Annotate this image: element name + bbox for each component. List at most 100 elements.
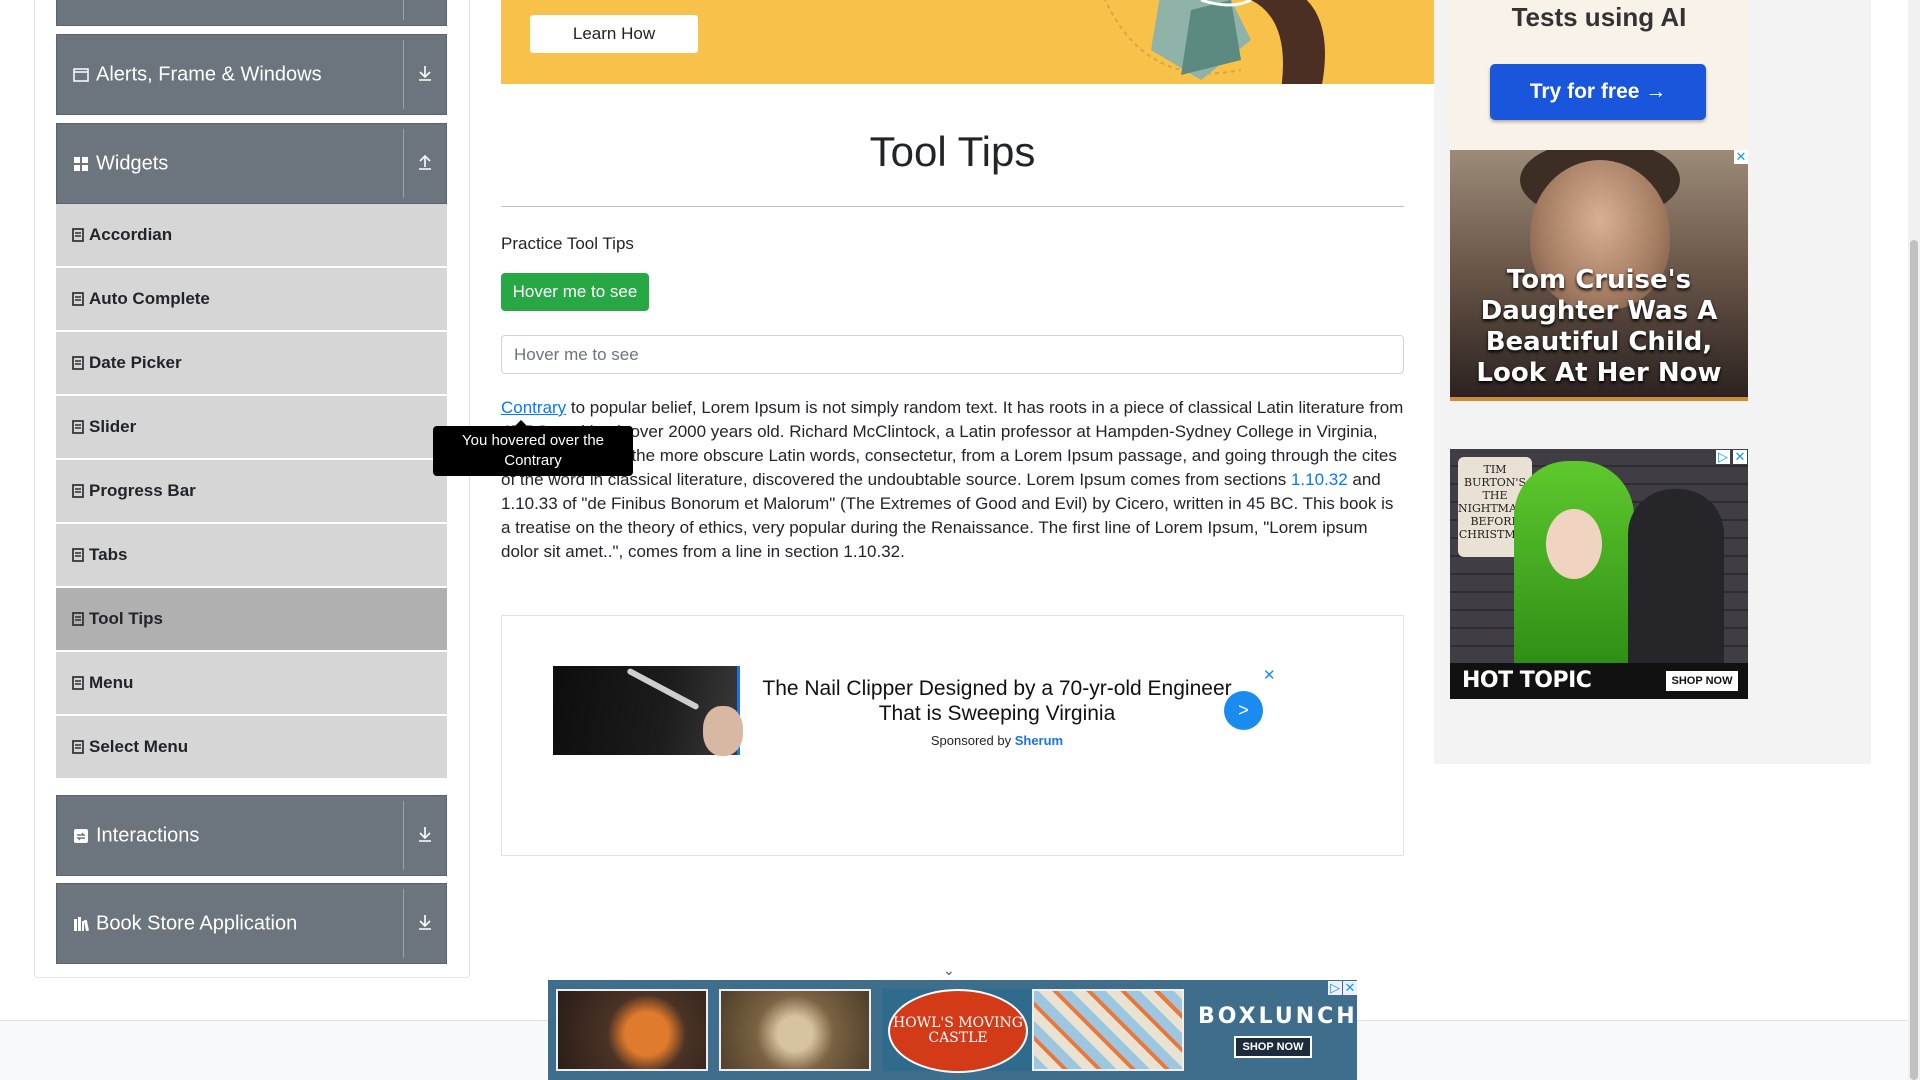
list-icon xyxy=(72,484,84,498)
shop-now-button[interactable]: SHOP NOW xyxy=(1234,1036,1312,1058)
tooltip-text: You hovered over the Contrary xyxy=(461,432,605,469)
ad-caption: Tom Cruise's Daughter Was A Beautiful Ch… xyxy=(1476,265,1722,388)
close-icon[interactable]: ✕ xyxy=(1343,981,1357,995)
sidebar-item-label: Date Picker xyxy=(89,353,182,372)
list-icon xyxy=(72,548,84,562)
divider xyxy=(501,206,1404,207)
ad-product-image xyxy=(556,989,708,1071)
contrary-link[interactable]: Contrary xyxy=(501,398,566,417)
hover-me-input[interactable]: Hover me to see xyxy=(501,335,1404,374)
ad-product-image: HOWL'S MOVING CASTLE xyxy=(882,989,1034,1073)
sidebar-item-tool-tips[interactable]: Tool Tips xyxy=(56,588,447,651)
sidebar-item-select-menu[interactable]: Select Menu xyxy=(56,716,447,779)
list-icon xyxy=(72,612,84,626)
list-icon xyxy=(72,292,84,306)
sidebar-group-title: Interactions xyxy=(96,824,200,846)
hot-topic-logo: HOT TOPIC xyxy=(1462,668,1592,693)
list-icon xyxy=(72,356,84,370)
sidebar-group-widgets[interactable]: Widgets xyxy=(56,123,447,204)
ad-thumbnail-finger xyxy=(703,706,743,756)
sidebar-item-label: Slider xyxy=(89,417,137,436)
adchoices-icon[interactable]: ▷ xyxy=(1716,450,1730,464)
ad-thumbnail-tool xyxy=(626,667,700,711)
ad-headline[interactable]: The Nail Clipper Designed by a 70-yr-old… xyxy=(747,676,1247,726)
group-separator xyxy=(403,889,404,958)
sidebar-group-interactions[interactable]: Interactions xyxy=(56,795,447,876)
sponsor-name[interactable]: Sherum xyxy=(1015,733,1063,748)
close-icon[interactable]: ✕ xyxy=(1733,450,1747,464)
ad-product-image xyxy=(719,989,871,1071)
top-banner-ad[interactable]: Learn How xyxy=(501,0,1434,84)
sidebar-group-title: Alerts, Frame & Windows xyxy=(96,63,322,85)
arrow-right-icon[interactable]: > xyxy=(1224,691,1263,730)
close-icon[interactable]: ✕ xyxy=(1734,150,1748,164)
ad-model-2 xyxy=(1628,489,1724,679)
sponsored-ad[interactable]: The Nail Clipper Designed by a 70-yr-old… xyxy=(501,615,1404,856)
page-title: Tool Tips xyxy=(869,128,1036,175)
section-label: Practice Tool Tips xyxy=(501,234,634,253)
hot-topic-ad[interactable]: TIM BURTON'S THE NIGHTMARE BEFORE CHRIST… xyxy=(1450,449,1748,699)
group-separator xyxy=(403,40,404,109)
bottom-banner-ad[interactable]: HOWL'S MOVING CASTLE BOXLUNCH SHOP NOW xyxy=(548,980,1357,1080)
list-icon xyxy=(72,740,84,754)
sponsored-by-label: Sponsored by xyxy=(930,733,1012,748)
ai-ad-title: Tests using AI xyxy=(1511,2,1687,32)
sidebar-group-alerts[interactable]: Alerts, Frame & Windows xyxy=(56,34,447,115)
group-separator xyxy=(403,0,404,20)
sidebar-item-label: Auto Complete xyxy=(89,289,210,308)
sidebar-item-label: Menu xyxy=(89,673,134,692)
adchoices-icon[interactable]: ▷ xyxy=(1328,981,1342,995)
download-icon[interactable] xyxy=(413,63,437,87)
sidebar-group-book-store[interactable]: Book Store Application xyxy=(56,883,447,964)
chevron-down-icon[interactable]: ⌄ xyxy=(943,962,955,979)
sidebar-item-slider[interactable]: Slider xyxy=(56,396,447,459)
lorem-paragraph: Contrary to popular belief, Lorem Ipsum … xyxy=(501,396,1406,564)
tooltip-arrow xyxy=(515,420,527,426)
sidebar-item-label: Select Menu xyxy=(89,737,189,756)
list-icon xyxy=(72,676,84,690)
scrollbar-thumb[interactable] xyxy=(1910,240,1918,1080)
sidebar-group-title: Widgets xyxy=(96,152,169,174)
celebrity-ad[interactable]: Tom Cruise's Daughter Was A Beautiful Ch… xyxy=(1450,150,1748,401)
list-icon xyxy=(72,420,84,434)
window-icon xyxy=(73,67,89,83)
ad-thumbnail xyxy=(553,666,743,756)
ad-product-image xyxy=(1032,989,1184,1071)
try-for-free-button[interactable]: Try for free → xyxy=(1490,64,1706,120)
scrollbar[interactable] xyxy=(1908,0,1920,1080)
sidebar-group-partial[interactable] xyxy=(56,0,447,26)
download-icon[interactable] xyxy=(413,824,437,848)
sidebar-group-title: Book Store Application xyxy=(96,912,298,934)
tooltip: You hovered over the Contrary xyxy=(433,420,633,476)
download-icon[interactable] xyxy=(413,912,437,936)
sidebar-item-progress-bar[interactable]: Progress Bar xyxy=(56,460,447,523)
sidebar-item-label: Tabs xyxy=(89,545,128,564)
group-separator xyxy=(403,129,404,198)
sidebar-item-accordian[interactable]: Accordian xyxy=(56,204,447,267)
close-icon[interactable]: ✕ xyxy=(1263,666,1276,684)
howls-logo: HOWL'S MOVING CASTLE xyxy=(888,989,1028,1073)
sidebar-item-date-picker[interactable]: Date Picker xyxy=(56,332,447,395)
paragraph-text: to popular belief, Lorem Ipsum is not si… xyxy=(501,398,1404,489)
sidebar-item-label: Accordian xyxy=(89,225,173,244)
list-icon xyxy=(72,228,84,242)
ai-ad[interactable]: Tests using AI Try for free → xyxy=(1450,0,1748,150)
banner-illustration xyxy=(1104,0,1325,84)
learn-how-button[interactable]: Learn How xyxy=(530,15,698,53)
sidebar-item-label: Tool Tips xyxy=(89,609,163,628)
sidebar-item-auto-complete[interactable]: Auto Complete xyxy=(56,268,447,331)
upload-icon[interactable] xyxy=(413,152,437,176)
group-separator xyxy=(403,801,404,870)
ad-model-face xyxy=(1546,509,1602,579)
sidebar-item-tabs[interactable]: Tabs xyxy=(56,524,447,587)
sidebar-item-label: Progress Bar xyxy=(89,481,196,500)
boxlunch-logo: BOXLUNCH xyxy=(1198,1004,1357,1029)
ad-sponsor: Sponsored by Sherum xyxy=(747,733,1247,748)
hover-me-button[interactable]: Hover me to see xyxy=(501,273,649,311)
bookstore-icon xyxy=(73,916,89,932)
interactions-icon xyxy=(73,828,89,844)
section-link[interactable]: 1.10.32 xyxy=(1291,470,1348,489)
shop-now-button[interactable]: SHOP NOW xyxy=(1666,671,1738,691)
sidebar-item-menu[interactable]: Menu xyxy=(56,652,447,715)
grid-icon xyxy=(73,156,89,172)
